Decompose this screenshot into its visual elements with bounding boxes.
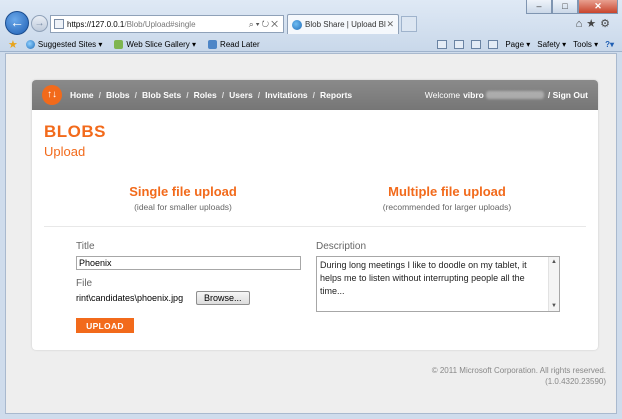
home-page-icon[interactable] bbox=[437, 39, 448, 49]
home-icon[interactable]: ⌂ bbox=[576, 18, 587, 30]
search-icon[interactable]: ⌕ bbox=[249, 19, 256, 29]
page-icon bbox=[54, 19, 64, 29]
web-slice-icon bbox=[114, 39, 124, 49]
favorite-label: Read Later bbox=[220, 39, 260, 49]
scroll-down-icon[interactable]: ▼ bbox=[549, 301, 559, 311]
file-picker: rint\candidates\phoenix.jpg Browse... bbox=[76, 291, 250, 305]
file-label: File bbox=[76, 278, 93, 289]
nav-separator: / bbox=[221, 90, 225, 100]
feeds-icon[interactable] bbox=[454, 39, 465, 49]
forward-button[interactable]: → bbox=[31, 15, 48, 32]
nav-blob-sets[interactable]: Blob Sets bbox=[142, 90, 181, 100]
stop-icon[interactable]: ✕ bbox=[271, 19, 280, 29]
favorite-label: Suggested Sites ▾ bbox=[37, 39, 103, 49]
browse-button[interactable]: Browse... bbox=[196, 291, 250, 305]
tab-title: Blob Share | Upload Blob bbox=[305, 20, 387, 29]
page-subtitle: Upload bbox=[44, 144, 86, 159]
address-host: https://127.0.0.1 bbox=[67, 19, 125, 29]
version-text: (1.0.4320.23590) bbox=[545, 377, 606, 386]
welcome-area: Welcome vibro / Sign Out bbox=[425, 90, 588, 100]
page-menu[interactable]: Page ▾ bbox=[505, 40, 530, 49]
nav-separator: / bbox=[98, 90, 101, 100]
new-tab-button[interactable] bbox=[401, 16, 417, 32]
page-title: BLOBS bbox=[44, 122, 106, 141]
refresh-icon[interactable]: ↻ bbox=[262, 19, 272, 29]
print-icon[interactable] bbox=[488, 39, 499, 49]
top-navigation: ↑↓ Home / Blobs / Blob Sets / Roles / Users /… bbox=[32, 80, 598, 110]
file-path-input[interactable]: rint\candidates\phoenix.jpg bbox=[76, 291, 194, 305]
address-actions[interactable]: ⌕▾↻✕ bbox=[249, 19, 280, 30]
nav-separator: / bbox=[312, 90, 316, 100]
window-controls: – □ ✕ bbox=[526, 0, 618, 14]
title-label: Title bbox=[76, 241, 95, 252]
upload-button[interactable]: UPLOAD bbox=[76, 318, 134, 333]
nav-separator: / bbox=[186, 90, 189, 100]
favorite-label: Web Slice Gallery ▾ bbox=[126, 39, 197, 49]
close-window-button[interactable]: ✕ bbox=[578, 0, 618, 14]
favorite-read-later[interactable]: Read Later bbox=[208, 39, 260, 49]
address-path: /Blob/Upload#single bbox=[124, 19, 196, 29]
username: vibro bbox=[463, 90, 484, 100]
favorites-star-icon[interactable]: ★ bbox=[8, 38, 18, 51]
tab-close-icon[interactable]: ✕ bbox=[386, 19, 394, 30]
ie-icon bbox=[25, 39, 35, 49]
single-upload-title[interactable]: Single file upload bbox=[110, 184, 256, 199]
welcome-text: Welcome bbox=[424, 90, 461, 100]
nav-blobs[interactable]: Blobs bbox=[106, 90, 130, 100]
address-bar[interactable]: https://127.0.0.1/Blob/Upload#single ⌕▾↻… bbox=[50, 15, 284, 33]
description-text: During long meetings I like to doodle on… bbox=[320, 260, 527, 296]
mail-icon[interactable] bbox=[471, 39, 482, 49]
nav-roles[interactable]: Roles bbox=[194, 90, 217, 100]
multi-upload-title[interactable]: Multiple file upload bbox=[362, 184, 532, 199]
favorites-star-icon[interactable]: ★ bbox=[586, 18, 600, 30]
textarea-scrollbar[interactable]: ▲ ▼ bbox=[548, 257, 559, 311]
scroll-up-icon[interactable]: ▲ bbox=[549, 257, 559, 267]
nav-invitations[interactable]: Invitations bbox=[265, 90, 308, 100]
multi-upload-option[interactable]: Multiple file upload (recommended for la… bbox=[362, 184, 532, 212]
browser-right-icons: ⌂★⚙ bbox=[576, 17, 614, 30]
ie-page-icon bbox=[292, 19, 302, 30]
address-text: https://127.0.0.1/Blob/Upload#single bbox=[67, 20, 249, 29]
nav-users[interactable]: Users bbox=[229, 90, 253, 100]
copyright-text: © 2011 Microsoft Corporation. All rights… bbox=[431, 366, 606, 375]
page-viewport: ↑↓ Home / Blobs / Blob Sets / Roles / Users /… bbox=[5, 53, 617, 414]
nav-reports[interactable]: Reports bbox=[320, 90, 352, 100]
nav-separator: / bbox=[257, 90, 261, 100]
description-label: Description bbox=[316, 241, 367, 252]
title-input[interactable] bbox=[76, 256, 301, 270]
single-upload-subtitle: (ideal for smaller uploads) bbox=[134, 202, 232, 212]
redacted-username bbox=[485, 91, 544, 99]
favorite-suggested-sites[interactable]: Suggested Sites ▾ bbox=[25, 39, 103, 49]
bookmark-icon bbox=[208, 39, 218, 49]
content-card: ↑↓ Home / Blobs / Blob Sets / Roles / Users /… bbox=[32, 80, 598, 350]
back-button[interactable]: ← bbox=[5, 11, 29, 35]
description-textarea[interactable]: During long meetings I like to doodle on… bbox=[316, 256, 560, 312]
browser-chrome: – □ ✕ ← → https://127.0.0.1/Blob/Upload#… bbox=[0, 0, 622, 52]
favorite-web-slice-gallery[interactable]: Web Slice Gallery ▾ bbox=[114, 39, 197, 49]
nav-separator: / bbox=[134, 90, 137, 100]
tools-menu[interactable]: Tools ▾ bbox=[573, 40, 598, 49]
nav-home[interactable]: Home bbox=[70, 90, 94, 100]
multi-upload-subtitle: (recommended for larger uploads) bbox=[382, 202, 512, 212]
sign-out-link[interactable]: / Sign Out bbox=[548, 90, 588, 100]
tab-blob-share[interactable]: Blob Share | Upload Blob ✕ bbox=[287, 14, 399, 34]
footer: © 2011 Microsoft Corporation. All rights… bbox=[432, 365, 606, 387]
nav-links: Home / Blobs / Blob Sets / Roles / Users / In… bbox=[70, 90, 352, 100]
gear-icon[interactable]: ⚙ bbox=[600, 18, 614, 30]
command-bar: Page ▾ Safety ▾ Tools ▾ ?▾ bbox=[437, 36, 614, 52]
logo-icon[interactable]: ↑↓ bbox=[42, 85, 62, 105]
safety-menu[interactable]: Safety ▾ bbox=[537, 40, 566, 49]
maximize-button[interactable]: □ bbox=[552, 0, 578, 14]
divider bbox=[44, 226, 586, 227]
single-upload-option[interactable]: Single file upload (ideal for smaller up… bbox=[110, 184, 256, 212]
minimize-button[interactable]: – bbox=[526, 0, 552, 14]
help-icon[interactable]: ?▾ bbox=[605, 40, 614, 49]
favorites-bar: ★ Suggested Sites ▾ Web Slice Gallery ▾ … bbox=[0, 36, 622, 52]
